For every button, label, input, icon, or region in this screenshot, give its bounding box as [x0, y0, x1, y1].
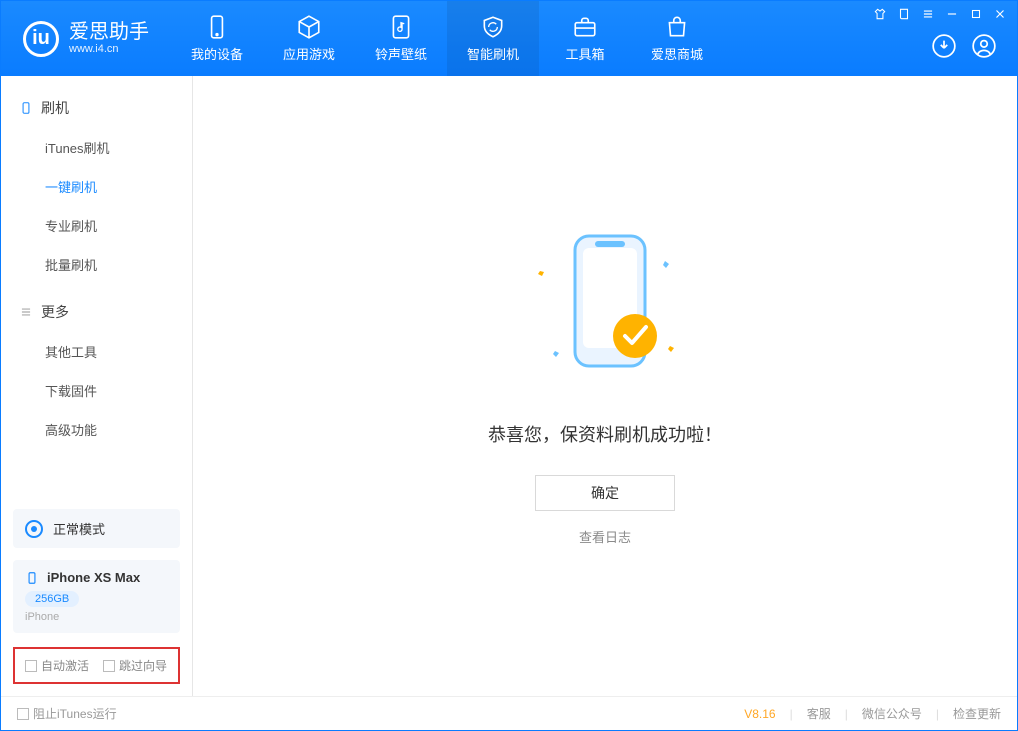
device-box[interactable]: iPhone XS Max 256GB iPhone [13, 560, 180, 633]
menu-icon[interactable] [921, 7, 935, 21]
checkbox-skip-guide[interactable]: 跳过向导 [103, 657, 167, 674]
user-circle-icon[interactable] [971, 33, 997, 64]
device-type: iPhone [25, 611, 168, 623]
footer-link-wechat[interactable]: 微信公众号 [862, 705, 922, 722]
footer-right: V8.16 | 客服 | 微信公众号 | 检查更新 [744, 705, 1001, 722]
account-row [931, 33, 1007, 64]
logo-icon: iu [23, 21, 59, 57]
sidebar-item-itunes-flash[interactable]: iTunes刷机 [1, 128, 192, 167]
footer-link-check-update[interactable]: 检查更新 [953, 705, 1001, 722]
sidebar-section-label: 刷机 [41, 98, 69, 118]
nav-label: 我的设备 [191, 44, 243, 63]
sidebar-item-download-fw[interactable]: 下载固件 [1, 371, 192, 410]
device-name: iPhone XS Max [47, 570, 140, 585]
checkbox-label: 跳过向导 [119, 657, 167, 674]
window-controls [873, 7, 1007, 21]
app-name-cn: 爱思助手 [69, 21, 149, 43]
sidebar-item-batch-flash[interactable]: 批量刷机 [1, 245, 192, 284]
nav-flash[interactable]: 智能刷机 [447, 1, 539, 76]
footer-link-support[interactable]: 客服 [807, 705, 831, 722]
footer: 阻止iTunes运行 V8.16 | 客服 | 微信公众号 | 检查更新 [1, 696, 1017, 730]
nav-label: 应用游戏 [283, 44, 335, 63]
sidebar-item-pro-flash[interactable]: 专业刷机 [1, 206, 192, 245]
briefcase-icon [572, 14, 598, 40]
logo: iu 爱思助手 www.i4.cn [1, 1, 171, 76]
nav-label: 工具箱 [565, 44, 604, 63]
nav-label: 智能刷机 [467, 44, 519, 63]
checkbox-label: 自动激活 [41, 657, 89, 674]
list-icon [19, 305, 33, 319]
minimize-icon[interactable] [945, 7, 959, 21]
mode-label: 正常模式 [53, 519, 105, 538]
mode-box[interactable]: 正常模式 [13, 509, 180, 548]
refresh-shield-icon [480, 14, 506, 40]
sidebar-more-list: 其他工具 下载固件 高级功能 [1, 328, 192, 461]
nav-toolbox[interactable]: 工具箱 [539, 1, 631, 76]
sidebar-section-label: 更多 [41, 302, 69, 322]
phone-icon [19, 101, 33, 115]
checkbox-auto-activate[interactable]: 自动激活 [25, 657, 89, 674]
checkbox-block-itunes[interactable]: 阻止iTunes运行 [17, 705, 117, 722]
nav-my-device[interactable]: 我的设备 [171, 1, 263, 76]
view-log-link[interactable]: 查看日志 [579, 527, 631, 546]
ok-button[interactable]: 确定 [535, 475, 675, 511]
header-right [863, 1, 1017, 76]
nav-label: 爱思商城 [651, 44, 703, 63]
body: 刷机 iTunes刷机 一键刷机 专业刷机 批量刷机 更多 其他工具 下载固件 … [1, 76, 1017, 696]
success-message: 恭喜您，保资料刷机成功啦！ [488, 421, 722, 447]
phone-outline-icon [25, 571, 39, 585]
close-icon[interactable] [993, 7, 1007, 21]
logo-text: 爱思助手 www.i4.cn [69, 21, 149, 55]
sidebar-item-other-tools[interactable]: 其他工具 [1, 332, 192, 371]
flash-options-highlighted: 自动激活 跳过向导 [13, 647, 180, 684]
app-window: iu 爱思助手 www.i4.cn 我的设备 应用游戏 铃声壁纸 智能刷机 [0, 0, 1018, 731]
download-circle-icon[interactable] [931, 33, 957, 64]
nav-apps[interactable]: 应用游戏 [263, 1, 355, 76]
checkbox-label: 阻止iTunes运行 [33, 705, 117, 722]
version-label: V8.16 [744, 707, 775, 721]
sidebar-section-flash: 刷机 [1, 92, 192, 124]
success-illustration [515, 226, 695, 391]
shopping-bag-icon [664, 14, 690, 40]
maximize-icon[interactable] [969, 7, 983, 21]
music-file-icon [388, 14, 414, 40]
header: iu 爱思助手 www.i4.cn 我的设备 应用游戏 铃声壁纸 智能刷机 [1, 1, 1017, 76]
cube-icon [296, 14, 322, 40]
app-name-en: www.i4.cn [69, 43, 149, 55]
sidebar-item-advanced[interactable]: 高级功能 [1, 410, 192, 449]
device-icon [204, 14, 230, 40]
shirt-icon[interactable] [873, 7, 887, 21]
nav-store[interactable]: 爱思商城 [631, 1, 723, 76]
nav-label: 铃声壁纸 [375, 44, 427, 63]
mode-dot-icon [25, 520, 43, 538]
top-nav: 我的设备 应用游戏 铃声壁纸 智能刷机 工具箱 爱思商城 [171, 1, 723, 76]
sidebar-item-one-key-flash[interactable]: 一键刷机 [1, 167, 192, 206]
sidebar-flash-list: iTunes刷机 一键刷机 专业刷机 批量刷机 [1, 124, 192, 296]
book-icon[interactable] [897, 7, 911, 21]
device-capacity-badge: 256GB [25, 591, 79, 607]
nav-ringtone[interactable]: 铃声壁纸 [355, 1, 447, 76]
main-content: 恭喜您，保资料刷机成功啦！ 确定 查看日志 [193, 76, 1017, 696]
sidebar-section-more: 更多 [1, 296, 192, 328]
sidebar: 刷机 iTunes刷机 一键刷机 专业刷机 批量刷机 更多 其他工具 下载固件 … [1, 76, 193, 696]
